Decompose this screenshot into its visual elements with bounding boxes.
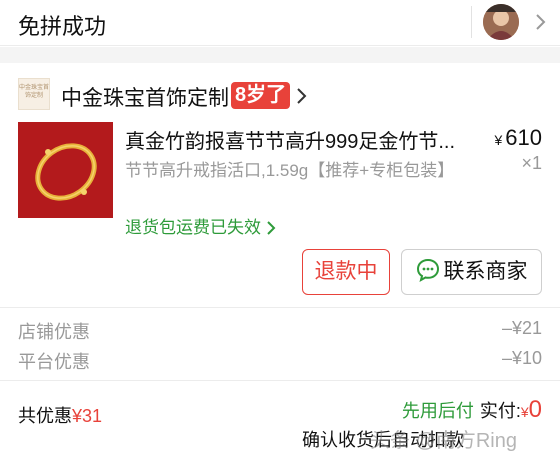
platform-discount-label: 平台优惠 <box>18 352 90 372</box>
contact-seller-button[interactable]: 联系商家 <box>401 249 542 295</box>
store-discount-value: –¥21 <box>501 318 542 338</box>
payment-summary: 先用后付 实付:¥0 <box>402 396 542 424</box>
price-value: 610 <box>505 125 542 150</box>
platform-discount-value: –¥10 <box>501 348 542 368</box>
chevron-right-icon <box>267 221 276 235</box>
chevron-right-icon[interactable] <box>530 12 550 32</box>
product-quantity: ×1 <box>521 153 542 173</box>
pay-later-label[interactable]: 先用后付 <box>402 401 474 421</box>
product-spec: 节节高升戒指活口,1.59g【推荐+专柜包装】 <box>125 161 455 180</box>
shop-age-badge: 8岁了 <box>231 82 291 109</box>
return-note-text: 退货包运费已失效 <box>125 218 261 237</box>
chat-bubble-icon <box>416 258 439 282</box>
total-discount-value: ¥31 <box>72 406 103 426</box>
shop-name[interactable]: 中金珠宝首饰定制 <box>61 82 229 112</box>
paid-value: 0 <box>528 396 542 423</box>
total-discount: 共优惠¥31 <box>18 402 102 428</box>
paid-label: 实付: <box>479 401 521 421</box>
price-currency: ¥ <box>494 132 503 148</box>
chevron-right-icon[interactable] <box>295 87 309 105</box>
page-title: 免拼成功 <box>18 14 107 39</box>
paid-currency: ¥ <box>520 404 529 420</box>
return-shipping-note[interactable]: 退货包运费已失效 <box>125 213 276 238</box>
shop-header[interactable]: 中金珠宝首饰定制 中金珠宝首饰定制 8岁了 <box>0 63 560 113</box>
section-gap <box>0 47 560 63</box>
product-image[interactable] <box>18 122 113 218</box>
store-discount-row: 店铺优惠 –¥21 <box>18 318 542 344</box>
product-price: ¥610 <box>470 125 542 151</box>
watermark: 头条 @南方Ring <box>370 430 517 452</box>
divider <box>0 380 560 381</box>
header-divider <box>471 6 472 38</box>
contact-seller-label: 联系商家 <box>443 260 528 283</box>
store-discount-label: 店铺优惠 <box>18 322 90 342</box>
platform-discount-row: 平台优惠 –¥10 <box>18 348 542 374</box>
total-discount-label: 共优惠 <box>18 406 72 426</box>
refund-status-button[interactable]: 退款中 <box>302 249 390 295</box>
product-title[interactable]: 真金竹韵报喜节节高升999足金竹节... <box>125 125 480 154</box>
divider <box>0 307 560 308</box>
group-avatar[interactable] <box>483 4 519 40</box>
top-bar: 免拼成功 <box>0 0 560 46</box>
shop-logo: 中金珠宝首饰定制 <box>18 78 50 110</box>
